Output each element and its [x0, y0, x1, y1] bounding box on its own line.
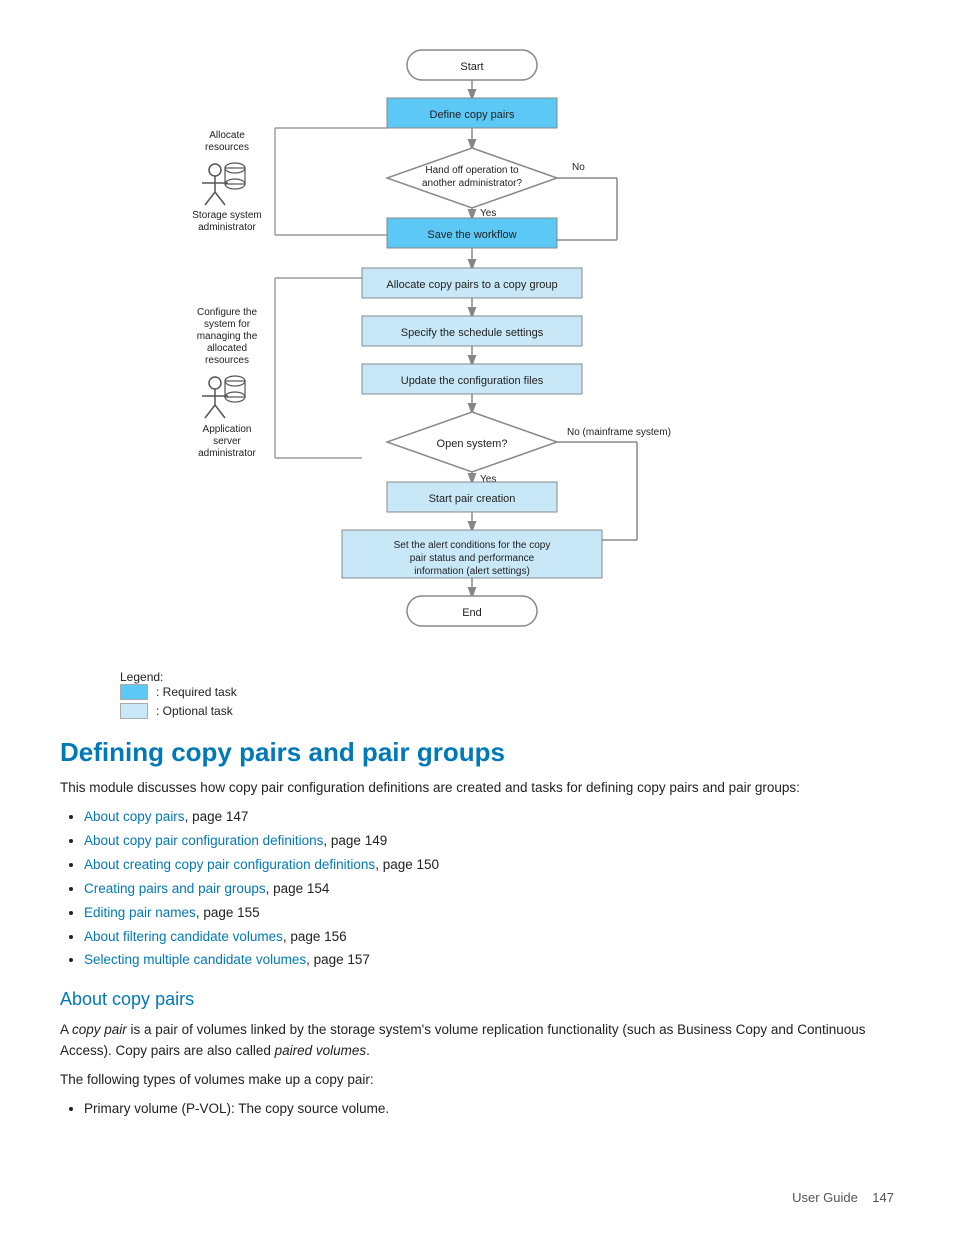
svg-text:administrator: administrator: [198, 222, 256, 233]
legend-optional-text: : Optional task: [156, 704, 233, 718]
list-item: About filtering candidate volumes, page …: [84, 927, 894, 948]
subsection-bullet-list: Primary volume (P-VOL): The copy source …: [84, 1099, 894, 1120]
subsection-title: About copy pairs: [60, 989, 894, 1010]
link-about-creating-copy-pair-config[interactable]: About creating copy pair configuration d…: [84, 857, 375, 872]
svg-text:resources: resources: [205, 355, 249, 366]
svg-text:Open system?: Open system?: [437, 438, 508, 450]
page-footer: User Guide 147: [792, 1190, 894, 1205]
svg-text:End: End: [462, 607, 482, 619]
link-creating-pairs[interactable]: Creating pairs and pair groups: [84, 881, 266, 896]
svg-text:Save the workflow: Save the workflow: [427, 229, 516, 241]
link-about-copy-pair-config[interactable]: About copy pair configuration definition…: [84, 833, 323, 848]
list-item: Editing pair names, page 155: [84, 903, 894, 924]
list-item: About copy pairs, page 147: [84, 807, 894, 828]
list-item: Creating pairs and pair groups, page 154: [84, 879, 894, 900]
footer-text: User Guide: [792, 1190, 858, 1205]
link-about-copy-pairs[interactable]: About copy pairs: [84, 809, 185, 824]
svg-text:Start pair creation: Start pair creation: [429, 493, 516, 505]
svg-text:Configure the: Configure the: [197, 307, 257, 318]
list-item: Primary volume (P-VOL): The copy source …: [84, 1099, 894, 1120]
legend-required-text: : Required task: [156, 685, 237, 699]
link-about-filtering[interactable]: About filtering candidate volumes: [84, 929, 283, 944]
flowchart-area: Allocate resources Storage system admini…: [60, 20, 894, 660]
subsection-para1: A copy pair is a pair of volumes linked …: [60, 1020, 894, 1062]
svg-text:Application: Application: [203, 424, 252, 435]
link-editing-pair-names[interactable]: Editing pair names: [84, 905, 196, 920]
svg-text:Yes: Yes: [480, 208, 496, 219]
section-title: Defining copy pairs and pair groups: [60, 737, 894, 768]
svg-text:administrator: administrator: [198, 448, 256, 459]
svg-text:Allocate copy pairs to a copy: Allocate copy pairs to a copy group: [386, 279, 557, 291]
legend: Legend: : Required task : Optional task: [60, 670, 894, 719]
svg-text:resources: resources: [205, 142, 249, 153]
legend-required-box: [120, 684, 148, 700]
legend-optional-box: [120, 703, 148, 719]
legend-optional: : Optional task: [120, 703, 894, 719]
subsection-para2: The following types of volumes make up a…: [60, 1070, 894, 1091]
svg-text:No (mainframe system): No (mainframe system): [567, 427, 671, 438]
svg-text:Define copy pairs: Define copy pairs: [430, 109, 515, 121]
list-item: About copy pair configuration definition…: [84, 831, 894, 852]
svg-text:Update the configuration files: Update the configuration files: [401, 375, 544, 387]
list-item: Selecting multiple candidate volumes, pa…: [84, 950, 894, 971]
svg-text:managing the: managing the: [197, 331, 258, 342]
svg-text:system for: system for: [204, 319, 251, 330]
list-item: About creating copy pair configuration d…: [84, 855, 894, 876]
svg-text:Hand off operation to: Hand off operation to: [425, 165, 519, 176]
svg-text:Start: Start: [460, 61, 483, 73]
svg-text:Allocate: Allocate: [209, 130, 245, 141]
section-intro: This module discusses how copy pair conf…: [60, 778, 894, 799]
svg-text:server: server: [213, 436, 241, 447]
legend-required: : Required task: [120, 684, 894, 700]
svg-text:another administrator?: another administrator?: [422, 178, 522, 189]
flowchart: Allocate resources Storage system admini…: [167, 20, 787, 660]
svg-text:Storage system: Storage system: [192, 210, 261, 221]
svg-text:No: No: [572, 162, 585, 173]
svg-text:information (alert settings): information (alert settings): [414, 566, 530, 577]
svg-text:allocated: allocated: [207, 343, 247, 354]
legend-label: Legend:: [120, 670, 163, 684]
svg-text:Set the alert conditions for t: Set the alert conditions for the copy: [394, 540, 551, 551]
svg-text:pair status and performance: pair status and performance: [410, 553, 535, 564]
footer-page: 147: [872, 1190, 894, 1205]
link-selecting-multiple[interactable]: Selecting multiple candidate volumes: [84, 952, 306, 967]
section-link-list: About copy pairs, page 147 About copy pa…: [84, 807, 894, 971]
pvol-text: Primary volume (P-VOL): The copy source …: [84, 1101, 389, 1116]
svg-text:Specify the schedule settings: Specify the schedule settings: [401, 327, 544, 339]
